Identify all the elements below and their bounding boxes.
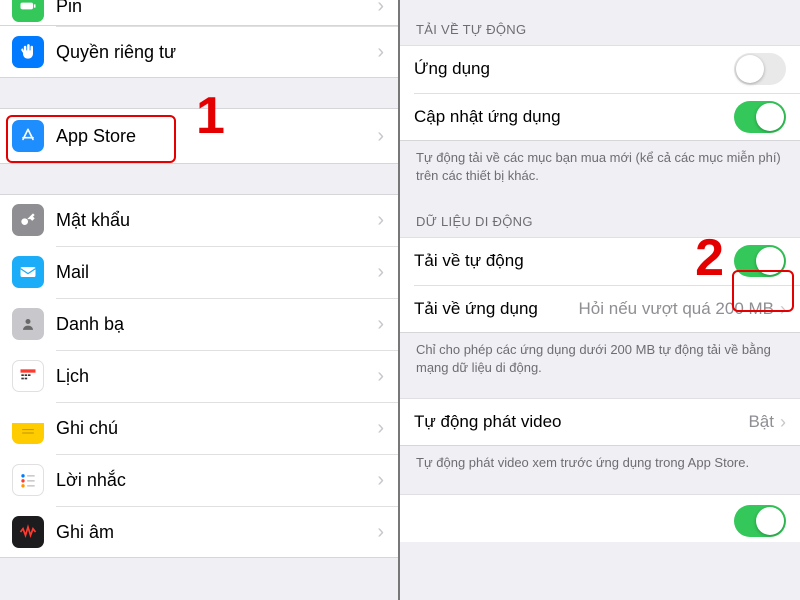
chevron-right-icon: › <box>780 299 786 320</box>
chevron-right-icon: › <box>377 209 384 232</box>
switch-apps[interactable] <box>734 53 786 85</box>
chevron-right-icon: › <box>377 417 384 440</box>
settings-item-label: Ghi chú <box>56 418 377 439</box>
switch-updates[interactable] <box>734 101 786 133</box>
settings-item-label: Lời nhắc <box>56 470 377 491</box>
settings-item-contacts[interactable]: Danh bạ › <box>0 298 398 350</box>
settings-item-label: Ghi âm <box>56 522 377 543</box>
chevron-right-icon: › <box>377 261 384 284</box>
settings-item-passwords[interactable]: Mật khẩu › <box>0 194 398 246</box>
settings-item-label: Mật khẩu <box>56 210 377 231</box>
voicememos-icon <box>12 516 44 548</box>
settings-item-notes[interactable]: Ghi chú › <box>0 402 398 454</box>
row-auto-download[interactable]: Tải về tự động <box>400 237 800 285</box>
section-gap <box>0 78 398 108</box>
chevron-right-icon: › <box>377 313 384 336</box>
settings-item-label: Lịch <box>56 366 377 387</box>
settings-item-label: Quyền riêng tư <box>56 42 377 63</box>
section-footer-cellular: Chỉ cho phép các ứng dụng dưới 200 MB tự… <box>400 333 800 388</box>
settings-item-pin[interactable]: Pin › <box>0 0 398 26</box>
section-header-autodl: TẢI VỀ TỰ ĐỘNG <box>400 6 800 45</box>
switch-partial[interactable] <box>734 505 786 537</box>
calendar-icon <box>12 360 44 392</box>
settings-item-label: App Store <box>56 126 377 147</box>
settings-item-mail[interactable]: Mail › <box>0 246 398 298</box>
appstore-icon <box>12 120 44 152</box>
section-gap <box>0 164 398 194</box>
row-label: Tự động phát video <box>414 412 748 432</box>
settings-item-label: Danh bạ <box>56 314 377 335</box>
chevron-right-icon: › <box>377 41 384 64</box>
row-label: Ứng dụng <box>414 59 734 79</box>
settings-item-privacy[interactable]: Quyền riêng tư › <box>0 26 398 78</box>
notes-icon <box>12 412 44 444</box>
key-icon <box>12 204 44 236</box>
row-apps[interactable]: Ứng dụng <box>400 45 800 93</box>
settings-item-reminders[interactable]: Lời nhắc › <box>0 454 398 506</box>
contacts-icon <box>12 308 44 340</box>
chevron-right-icon: › <box>377 125 384 148</box>
section-footer-video: Tự động phát video xem trước ứng dụng tr… <box>400 446 800 484</box>
battery-icon <box>12 0 44 22</box>
settings-item-voicememos[interactable]: Ghi âm › <box>0 506 398 558</box>
row-partial-bottom[interactable] <box>400 494 800 542</box>
row-label: Tải về ứng dụng <box>414 299 538 319</box>
chevron-right-icon: › <box>780 412 786 433</box>
row-video-autoplay[interactable]: Tự động phát video Bật › <box>400 398 800 446</box>
chevron-right-icon: › <box>377 0 384 18</box>
row-app-download[interactable]: Tải về ứng dụng Hỏi nếu vượt quá 200 MB … <box>400 285 800 333</box>
settings-list-pane: Pin › Quyền riêng tư › App Store › Mật k… <box>0 0 400 600</box>
row-label: Tải về tự động <box>414 251 734 271</box>
hand-icon <box>12 36 44 68</box>
section-header-cellular: DỮ LIỆU DI ĐỘNG <box>400 196 800 237</box>
row-updates[interactable]: Cập nhật ứng dụng <box>400 93 800 141</box>
chevron-right-icon: › <box>377 469 384 492</box>
settings-item-label: Mail <box>56 262 377 283</box>
settings-item-label: Pin <box>56 0 377 17</box>
row-value: Hỏi nếu vượt quá 200 MB <box>546 299 774 319</box>
reminders-icon <box>12 464 44 496</box>
appstore-settings-pane: TẢI VỀ TỰ ĐỘNG Ứng dụng Cập nhật ứng dụn… <box>400 0 800 600</box>
settings-item-appstore[interactable]: App Store › <box>0 108 398 164</box>
chevron-right-icon: › <box>377 521 384 544</box>
section-footer-autodl: Tự động tải về các mục bạn mua mới (kể c… <box>400 141 800 196</box>
row-value: Bật <box>748 412 774 432</box>
chevron-right-icon: › <box>377 365 384 388</box>
settings-item-calendar[interactable]: Lịch › <box>0 350 398 402</box>
row-label: Cập nhật ứng dụng <box>414 107 734 127</box>
switch-auto-download[interactable] <box>734 245 786 277</box>
mail-icon <box>12 256 44 288</box>
